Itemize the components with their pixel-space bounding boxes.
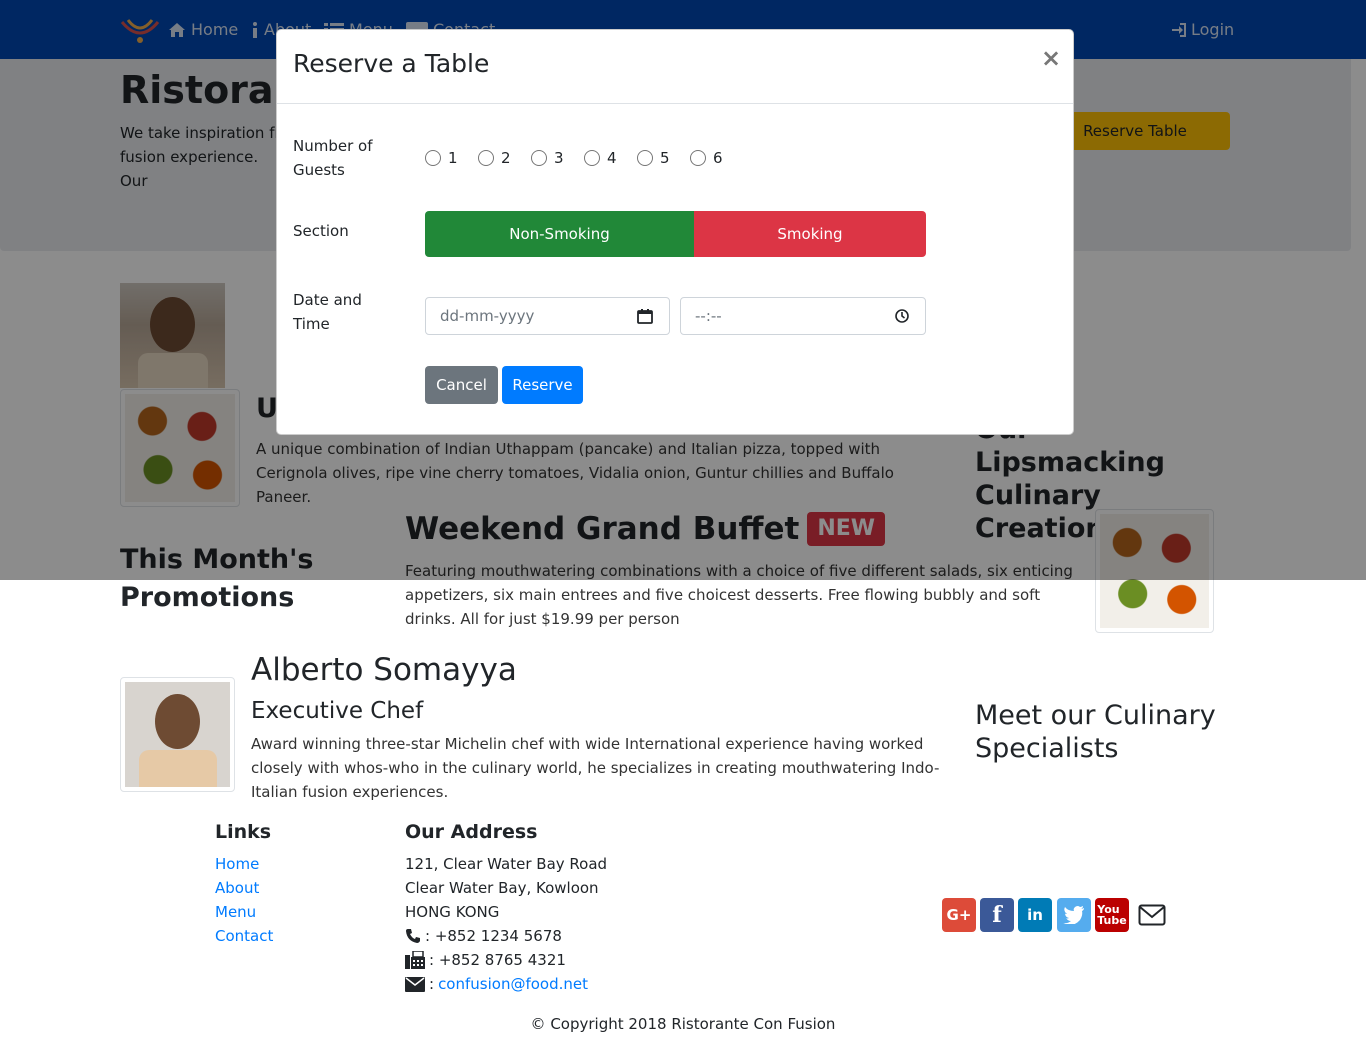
time-input[interactable]: --:-- xyxy=(680,297,926,335)
smoking-button[interactable]: Smoking xyxy=(694,211,926,257)
radio-circle[interactable] xyxy=(690,150,706,166)
date-placeholder: dd-mm-yyyy xyxy=(440,307,535,325)
date-input[interactable]: dd-mm-yyyy xyxy=(425,297,670,335)
chef-name: Alberto Somayya xyxy=(251,652,517,688)
chef-photo xyxy=(120,677,235,792)
guest-option-label: 3 xyxy=(554,149,564,167)
guest-radio-2[interactable]: 2 xyxy=(478,146,511,170)
chef-description: Award winning three-star Michelin chef w… xyxy=(251,735,940,801)
cancel-button[interactable]: Cancel xyxy=(425,366,498,404)
guest-option-label: 5 xyxy=(660,149,670,167)
footer-link-home[interactable]: Home xyxy=(215,852,259,876)
guest-radio-4[interactable]: 4 xyxy=(584,146,617,170)
radio-circle[interactable] xyxy=(584,150,600,166)
envelope-icon xyxy=(405,976,425,992)
footer-link-menu[interactable]: Menu xyxy=(215,900,256,924)
email-link[interactable]: confusion@food.net xyxy=(438,972,588,996)
guest-radio-6[interactable]: 6 xyxy=(690,146,723,170)
address-line-2: Clear Water Bay, Kowloon xyxy=(405,879,599,897)
radio-circle[interactable] xyxy=(531,150,547,166)
youtube-icon[interactable]: You Tube xyxy=(1095,898,1129,932)
mail-icon[interactable] xyxy=(1135,898,1169,932)
address-line-1: 121, Clear Water Bay Road xyxy=(405,855,608,873)
specialists-heading: Meet our Culinary Specialists xyxy=(975,700,1216,764)
non-smoking-button[interactable]: Non-Smoking xyxy=(425,211,694,257)
radio-circle[interactable] xyxy=(478,150,494,166)
footer-link-about[interactable]: About xyxy=(215,876,259,900)
address-heading: Our Address xyxy=(405,821,538,843)
modal-title: Reserve a Table xyxy=(293,49,490,78)
twitter-icon[interactable] xyxy=(1057,898,1091,932)
address-line-3: HONG KONG xyxy=(405,903,500,921)
section-label: Section xyxy=(293,222,349,240)
facebook-icon[interactable]: f xyxy=(980,898,1014,932)
guest-radio-3[interactable]: 3 xyxy=(531,146,564,170)
time-placeholder: --:-- xyxy=(695,307,722,325)
phone-number: : +852 1234 5678 xyxy=(425,927,562,945)
reserve-button[interactable]: Reserve xyxy=(502,366,583,404)
datetime-label: Date and Time xyxy=(293,291,362,333)
reserve-table-modal: Reserve a Table × Number of Guests 1 2 3… xyxy=(276,29,1074,435)
close-button[interactable]: × xyxy=(1041,46,1061,70)
fax-number: : +852 8765 4321 xyxy=(429,951,566,969)
radio-circle[interactable] xyxy=(425,150,441,166)
fax-row: : +852 8765 4321 xyxy=(405,948,566,972)
modal-header: Reserve a Table × xyxy=(277,30,1073,104)
guest-option-label: 4 xyxy=(607,149,617,167)
linkedin-icon[interactable]: in xyxy=(1018,898,1052,932)
guest-option-label: 6 xyxy=(713,149,723,167)
guests-label: Number of Guests xyxy=(293,137,373,179)
guest-option-label: 1 xyxy=(448,149,458,167)
copyright: © Copyright 2018 Ristorante Con Fusion xyxy=(530,1015,836,1033)
calendar-icon[interactable] xyxy=(637,308,653,324)
phone-icon xyxy=(406,929,420,943)
clock-icon[interactable] xyxy=(895,309,909,323)
links-heading: Links xyxy=(215,821,272,843)
chef-role: Executive Chef xyxy=(251,698,424,724)
email-prefix: : xyxy=(429,975,435,993)
footer-link-contact[interactable]: Contact xyxy=(215,924,273,948)
guest-option-label: 2 xyxy=(501,149,511,167)
radio-circle[interactable] xyxy=(637,150,653,166)
phone-row: : +852 1234 5678 xyxy=(405,924,562,948)
guest-radio-1[interactable]: 1 xyxy=(425,146,458,170)
guest-radio-5[interactable]: 5 xyxy=(637,146,670,170)
google-plus-icon[interactable]: G+ xyxy=(942,898,976,932)
email-row: : confusion@food.net xyxy=(405,972,588,996)
fax-icon xyxy=(405,951,425,969)
